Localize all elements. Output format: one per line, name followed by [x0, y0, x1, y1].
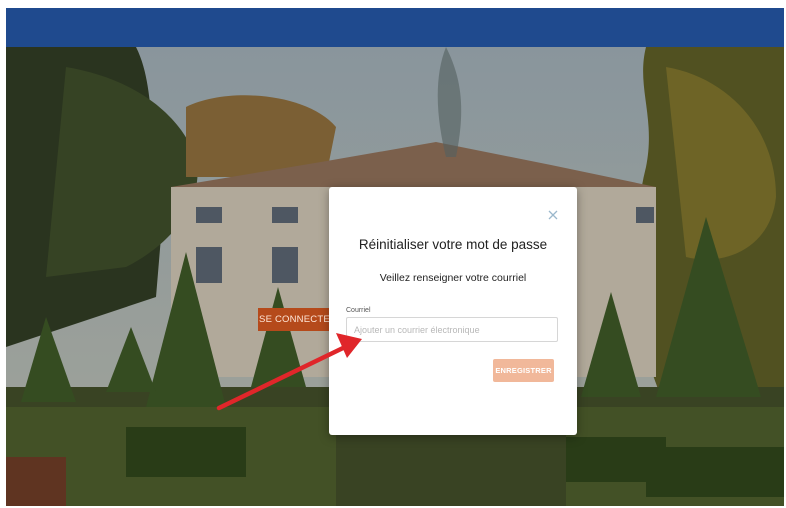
email-field[interactable]	[346, 317, 558, 342]
save-button[interactable]: ENREGISTRER	[493, 359, 554, 382]
se-connecter-button[interactable]: SE CONNECTER	[258, 308, 338, 331]
dialog-subtitle: Veillez renseigner votre courriel	[379, 272, 527, 284]
close-icon[interactable]	[547, 208, 559, 220]
email-field-label: Courriel	[346, 307, 371, 314]
dialog-title: Réinitialiser votre mot de passe	[358, 237, 548, 252]
top-bar	[6, 8, 784, 47]
reset-password-dialog: Réinitialiser votre mot de passe Veillez…	[329, 187, 577, 435]
